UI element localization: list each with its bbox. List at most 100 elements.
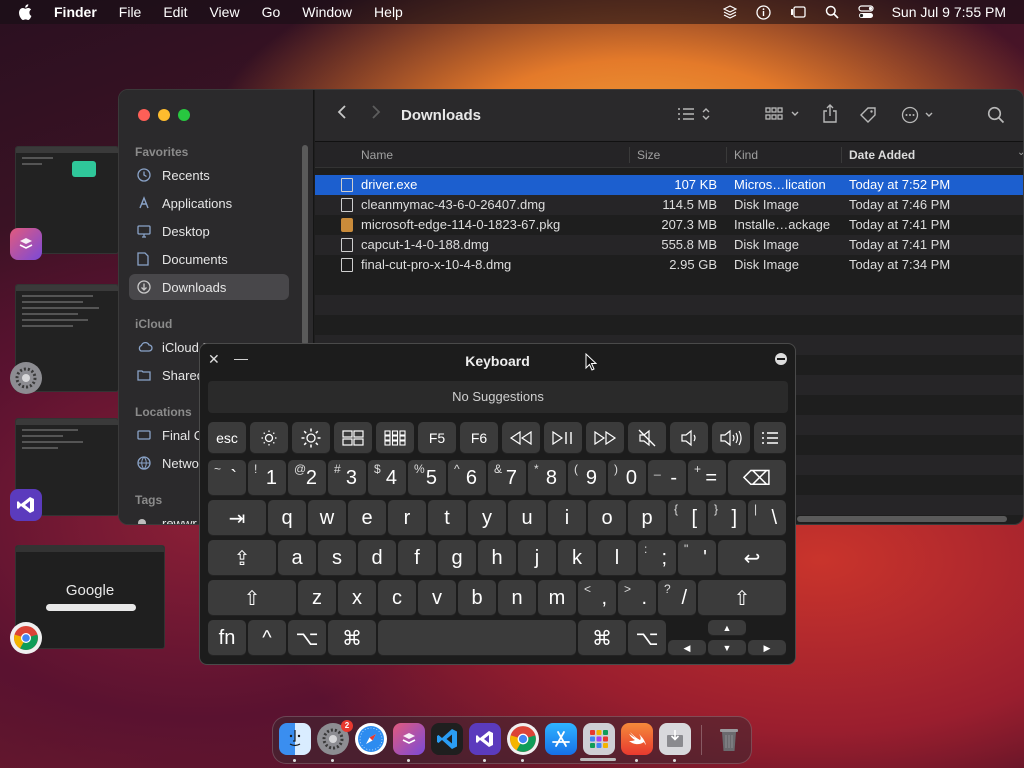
key-y[interactable]: y <box>468 500 506 536</box>
key-f5[interactable]: F5 <box>418 422 456 454</box>
trash-icon[interactable] <box>713 723 745 755</box>
key-f[interactable]: f <box>398 540 436 576</box>
key-comma[interactable]: <, <box>578 580 616 616</box>
sidebar-item-downloads[interactable]: Downloads <box>129 274 289 300</box>
key-arrow-down[interactable]: ▼ <box>708 640 746 656</box>
key-d[interactable]: d <box>358 540 396 576</box>
system-settings-icon[interactable]: 2 <box>317 720 353 755</box>
key-play-pause[interactable] <box>544 422 582 454</box>
key-u[interactable]: u <box>508 500 546 536</box>
key-t[interactable]: t <box>428 500 466 536</box>
visual-studio-icon[interactable] <box>10 489 42 521</box>
chrome-icon[interactable] <box>10 622 42 654</box>
horizontal-scrollbar[interactable] <box>797 516 1007 522</box>
key-backtick[interactable]: ~ ` <box>208 460 246 496</box>
key-h[interactable]: h <box>478 540 516 576</box>
key-8[interactable]: * 8 <box>528 460 566 496</box>
menu-view[interactable]: View <box>209 4 239 20</box>
key-f6[interactable]: F6 <box>460 422 498 454</box>
close-button[interactable] <box>138 109 150 121</box>
table-row[interactable]: microsoft-edge-114-0-1823-67.pkg 207.3 M… <box>315 215 1023 235</box>
key-delete[interactable]: ⌫ <box>728 460 786 496</box>
key-period[interactable]: >. <box>618 580 656 616</box>
key-v[interactable]: v <box>418 580 456 616</box>
stage-manager-icon[interactable] <box>790 4 806 20</box>
key-k[interactable]: k <box>558 540 596 576</box>
key-e[interactable]: e <box>348 500 386 536</box>
key-brightness-up[interactable] <box>292 422 330 454</box>
key-z[interactable]: z <box>298 580 336 616</box>
forward-icon[interactable] <box>371 104 381 124</box>
column-kind[interactable]: Kind <box>734 148 758 162</box>
key-close-bracket[interactable]: }] <box>708 500 746 536</box>
menu-app-finder[interactable]: Finder <box>54 4 97 20</box>
table-row[interactable]: capcut-1-4-0-188.dmg 555.8 MB Disk Image… <box>315 235 1023 255</box>
key-g[interactable]: g <box>438 540 476 576</box>
key-mute[interactable] <box>628 422 666 454</box>
visual-studio-icon[interactable] <box>469 723 501 755</box>
key-backslash[interactable]: | \ <box>748 500 786 536</box>
tag-icon[interactable] <box>859 106 877 128</box>
key-l[interactable]: l <box>598 540 636 576</box>
key-return[interactable]: ↩ <box>718 540 786 576</box>
key-2[interactable]: @2 <box>288 460 326 496</box>
key-arrow-up[interactable]: ▲ <box>708 620 746 636</box>
key-1[interactable]: ! 1 <box>248 460 286 496</box>
key-fn[interactable]: fn <box>208 620 246 656</box>
sidebar-item-recents[interactable]: Recents <box>129 162 289 188</box>
key-volume-down[interactable] <box>670 422 708 454</box>
group-by-icon[interactable] <box>765 106 801 126</box>
key-c[interactable]: c <box>378 580 416 616</box>
more-actions-icon[interactable] <box>901 106 937 128</box>
key-0[interactable]: ) 0 <box>608 460 646 496</box>
search-icon[interactable] <box>987 106 1005 128</box>
key-j[interactable]: j <box>518 540 556 576</box>
share-icon[interactable] <box>822 104 838 128</box>
zoom-button[interactable] <box>178 109 190 121</box>
launchpad-icon[interactable] <box>583 723 615 755</box>
key-rewind[interactable] <box>502 422 540 454</box>
table-row[interactable]: final-cut-pro-x-10-4-8.dmg 2.95 GB Disk … <box>315 255 1023 275</box>
swift-icon[interactable] <box>621 723 653 755</box>
sidebar-scrollbar[interactable] <box>302 145 308 345</box>
app-store-icon[interactable] <box>545 723 577 755</box>
key-esc[interactable]: esc <box>208 422 246 454</box>
sidebar-item-desktop[interactable]: Desktop <box>129 218 289 244</box>
key-arrow-left[interactable]: ◀ <box>668 640 706 656</box>
key-equals[interactable]: + = <box>688 460 726 496</box>
menu-help[interactable]: Help <box>374 4 403 20</box>
table-row[interactable]: cleanmymac-43-6-0-26407.dmg 114.5 MB Dis… <box>315 195 1023 215</box>
key-arrow-right[interactable]: ▶ <box>748 640 786 656</box>
key-3[interactable]: #3 <box>328 460 366 496</box>
apple-menu-icon[interactable] <box>18 4 40 20</box>
table-row[interactable]: driver.exe 107 KB Micros…lication Today … <box>315 175 1023 195</box>
key-quote[interactable]: " ' <box>678 540 716 576</box>
key-right-shift[interactable]: ⇧ <box>698 580 786 616</box>
safari-icon[interactable] <box>355 723 387 755</box>
shortcuts-icon[interactable] <box>393 723 425 755</box>
menu-window[interactable]: Window <box>302 4 352 20</box>
key-tab[interactable]: ⇥ <box>208 500 266 536</box>
key-minus[interactable]: _ - <box>648 460 686 496</box>
control-center-icon[interactable] <box>857 4 874 20</box>
back-icon[interactable] <box>337 104 347 124</box>
key-caps-lock[interactable]: ⇪ <box>208 540 276 576</box>
info-status-icon[interactable] <box>756 4 772 20</box>
key-left-shift[interactable]: ⇧ <box>208 580 296 616</box>
key-left-option[interactable]: ⌥ <box>288 620 326 656</box>
sidebar-item-applications[interactable]: Applications <box>129 190 289 216</box>
key-7[interactable]: & 7 <box>488 460 526 496</box>
key-launchpad[interactable] <box>376 422 414 454</box>
key-right-command[interactable]: ⌘ <box>578 620 626 656</box>
key-list[interactable] <box>754 422 786 454</box>
key-i[interactable]: i <box>548 500 586 536</box>
search-spotlight-icon[interactable] <box>824 4 840 20</box>
key-5[interactable]: % 5 <box>408 460 446 496</box>
column-name[interactable]: Name <box>361 148 393 162</box>
key-p[interactable]: p <box>628 500 666 536</box>
key-9[interactable]: (9 <box>568 460 606 496</box>
key-6[interactable]: ^ 6 <box>448 460 486 496</box>
installer-icon[interactable] <box>659 723 691 755</box>
system-settings-icon[interactable] <box>10 362 42 394</box>
column-size[interactable]: Size <box>637 148 660 162</box>
